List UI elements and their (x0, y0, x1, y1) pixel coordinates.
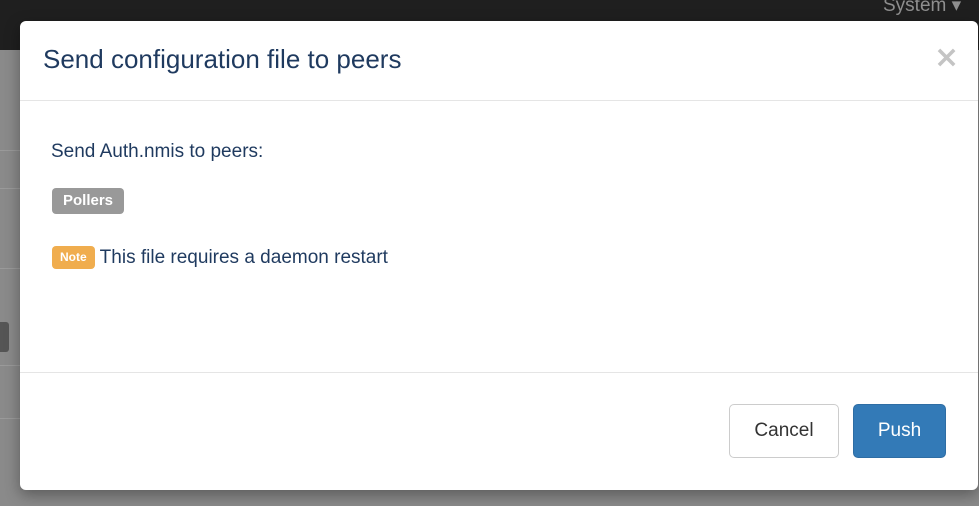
background-row-divider (0, 418, 22, 419)
send-message: Send Auth.nmis to peers: (51, 141, 264, 162)
background-row-divider (0, 268, 22, 269)
modal-body: Send Auth.nmis to peers: Pollers Note Thi… (20, 101, 978, 372)
modal-footer: Cancel Push (20, 372, 978, 490)
push-button[interactable]: Push (853, 404, 946, 458)
background-row-divider (0, 150, 22, 151)
cancel-button[interactable]: Cancel (729, 404, 839, 458)
background-row-divider (0, 365, 22, 366)
peer-group-badge: Pollers (52, 188, 125, 214)
close-icon[interactable]: × (934, 43, 959, 73)
note-badge: Note (52, 246, 95, 269)
modal-title: Send configuration file to peers (43, 44, 402, 74)
background-panel-handle (0, 322, 9, 352)
note-text: This file requires a daemon restart (99, 246, 388, 268)
system-menu: System ▾ (883, 0, 962, 16)
send-config-modal: Send configuration file to peers × Send … (20, 21, 978, 490)
background-row-divider (0, 188, 22, 189)
modal-header: Send configuration file to peers × (20, 21, 978, 101)
restart-note: Note This file requires a daemon restart (52, 246, 388, 274)
